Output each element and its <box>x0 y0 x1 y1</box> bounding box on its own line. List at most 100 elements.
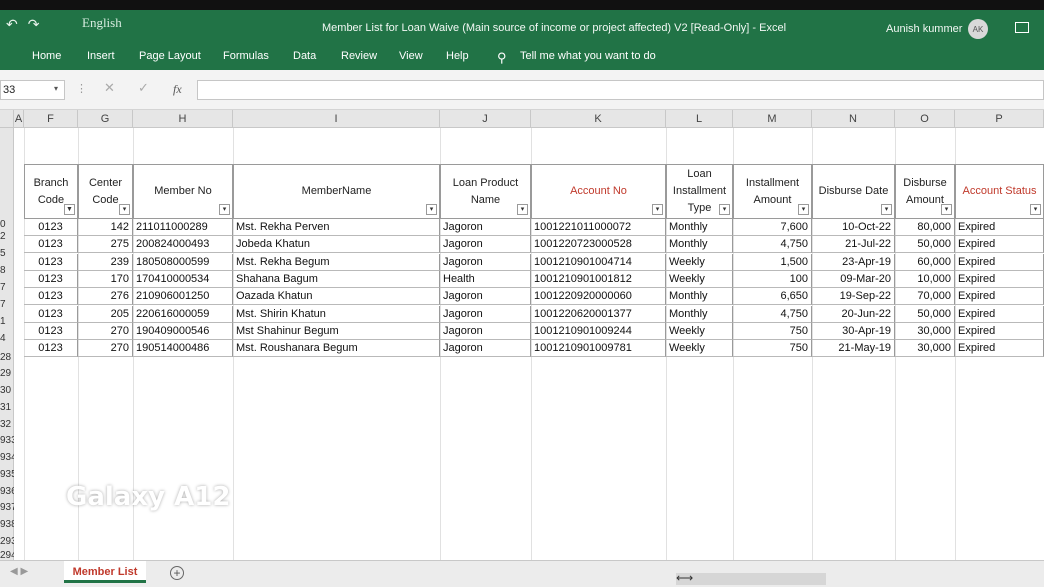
ribbon-display-options-icon[interactable] <box>1015 22 1029 33</box>
column-header-k[interactable]: K <box>531 110 666 128</box>
filter-dropdown-icon[interactable]: ▾ <box>941 204 952 215</box>
cell-center-code[interactable]: 270 <box>78 322 133 340</box>
row-header[interactable]: 933 <box>0 435 14 446</box>
cell-installment-amount[interactable]: 100 <box>733 270 812 288</box>
row-header[interactable]: 935 <box>0 469 14 480</box>
split-handle-icon[interactable]: ⟷ <box>676 571 693 585</box>
chevron-down-icon[interactable]: ▾ <box>54 84 58 93</box>
cell-disburse-date[interactable]: 23-Apr-19 <box>812 253 895 271</box>
cell-branch-code[interactable]: 0123 <box>24 340 78 358</box>
cancel-icon[interactable]: ✕ <box>104 80 115 96</box>
cell-disburse-amount[interactable]: 80,000 <box>895 219 955 236</box>
column-header-h[interactable]: H <box>133 110 233 128</box>
row-header[interactable]: 937 <box>0 502 14 513</box>
row-header[interactable]: 938 <box>0 519 14 530</box>
filter-dropdown-icon[interactable]: ▾ <box>219 204 230 215</box>
tell-me-search[interactable]: Tell me what you want to do <box>520 50 656 62</box>
cell-disburse-amount[interactable]: 30,000 <box>895 340 955 358</box>
user-name[interactable]: Aunish kummer <box>886 23 962 35</box>
cell-member-no[interactable]: 211011000289 <box>133 219 233 236</box>
cell-member-no[interactable]: 200824000493 <box>133 236 233 254</box>
cell-center-code[interactable]: 270 <box>78 340 133 358</box>
cell-member-name[interactable]: Mst. Rekha Perven <box>233 219 440 236</box>
cell-installment-amount[interactable]: 750 <box>733 340 812 358</box>
tab-review[interactable]: Review <box>341 50 377 62</box>
avatar[interactable]: AK <box>968 19 988 39</box>
column-header-a[interactable]: A <box>14 110 24 128</box>
cell-installment-amount[interactable]: 4,750 <box>733 236 812 254</box>
cell-member-no[interactable]: 180508000599 <box>133 253 233 271</box>
cell-branch-code[interactable]: 0123 <box>24 253 78 271</box>
cell-account-status[interactable]: Expired <box>955 253 1044 271</box>
cell-account-status[interactable]: Expired <box>955 305 1044 323</box>
tab-help[interactable]: Help <box>446 50 469 62</box>
cell-branch-code[interactable]: 0123 <box>24 288 78 306</box>
row-header[interactable]: 936 <box>0 486 14 497</box>
cell-loan-installment-type[interactable]: Weekly <box>666 253 733 271</box>
column-header-m[interactable]: M <box>733 110 812 128</box>
filter-dropdown-icon[interactable]: ▾ <box>426 204 437 215</box>
cell-loan-installment-type[interactable]: Weekly <box>666 322 733 340</box>
filter-dropdown-icon[interactable]: ▾ <box>517 204 528 215</box>
cell-member-no[interactable]: 190409000546 <box>133 322 233 340</box>
cell-center-code[interactable]: 142 <box>78 219 133 236</box>
cell-member-name[interactable]: Jobeda Khatun <box>233 236 440 254</box>
row-header[interactable]: 2939 <box>0 536 14 547</box>
cell-installment-amount[interactable]: 750 <box>733 322 812 340</box>
column-header-f[interactable]: F <box>24 110 78 128</box>
cell-disburse-date[interactable]: 19-Sep-22 <box>812 288 895 306</box>
filter-dropdown-icon[interactable]: ▾ <box>652 204 663 215</box>
filter-dropdown-icon[interactable]: ▾ <box>119 204 130 215</box>
cell-member-no[interactable]: 190514000486 <box>133 340 233 358</box>
cell-disburse-date[interactable]: 21-May-19 <box>812 340 895 358</box>
tab-insert[interactable]: Insert <box>87 50 115 62</box>
cell-loan-product-name[interactable]: Jagoron <box>440 219 531 236</box>
tab-view[interactable]: View <box>399 50 423 62</box>
column-header-g[interactable]: G <box>78 110 133 128</box>
cell-branch-code[interactable]: 0123 <box>24 322 78 340</box>
cell-center-code[interactable]: 170 <box>78 270 133 288</box>
cell-account-status[interactable]: Expired <box>955 340 1044 358</box>
column-header-p[interactable]: P <box>955 110 1044 128</box>
cell-disburse-amount[interactable]: 70,000 <box>895 288 955 306</box>
cell-loan-product-name[interactable]: Jagoron <box>440 305 531 323</box>
cell-account-no[interactable]: 1001220920000060 <box>531 288 666 306</box>
cell-member-name[interactable]: Shahana Bagum <box>233 270 440 288</box>
cell-disburse-amount[interactable]: 30,000 <box>895 322 955 340</box>
cell-disburse-date[interactable]: 09-Mar-20 <box>812 270 895 288</box>
column-header-n[interactable]: N <box>812 110 895 128</box>
cell-member-name[interactable]: Mst. Rekha Begum <box>233 253 440 271</box>
cell-disburse-date[interactable]: 10-Oct-22 <box>812 219 895 236</box>
row-header[interactable]: 8 <box>0 265 14 276</box>
filter-dropdown-icon[interactable]: ▾ <box>798 204 809 215</box>
cell-loan-installment-type[interactable]: Monthly <box>666 236 733 254</box>
row-header[interactable]: 28 <box>0 352 14 363</box>
row-header[interactable]: 1 <box>0 316 14 327</box>
cell-loan-product-name[interactable]: Jagoron <box>440 340 531 358</box>
cell-member-no[interactable]: 170410000534 <box>133 270 233 288</box>
tab-page-layout[interactable]: Page Layout <box>139 50 201 62</box>
add-sheet-button[interactable]: + <box>170 566 184 580</box>
horizontal-scrollbar[interactable] <box>676 573 826 585</box>
cell-loan-product-name[interactable]: Jagoron <box>440 322 531 340</box>
language-indicator[interactable]: English <box>82 15 122 31</box>
cell-center-code[interactable]: 239 <box>78 253 133 271</box>
cell-installment-amount[interactable]: 1,500 <box>733 253 812 271</box>
row-header[interactable]: 7 <box>0 299 14 310</box>
cell-installment-amount[interactable]: 4,750 <box>733 305 812 323</box>
cell-disburse-date[interactable]: 21-Jul-22 <box>812 236 895 254</box>
cell-account-status[interactable]: Expired <box>955 322 1044 340</box>
cell-installment-amount[interactable]: 6,650 <box>733 288 812 306</box>
select-all-corner[interactable] <box>0 110 14 128</box>
cell-disburse-amount[interactable]: 50,000 <box>895 236 955 254</box>
cell-member-name[interactable]: Mst. Shirin Khatun <box>233 305 440 323</box>
row-header[interactable]: 7 <box>0 282 14 293</box>
filter-dropdown-icon[interactable]: ▾ <box>1030 204 1041 215</box>
cell-installment-amount[interactable]: 7,600 <box>733 219 812 236</box>
cell-account-status[interactable]: Expired <box>955 236 1044 254</box>
cell-account-no[interactable]: 1001210901004714 <box>531 253 666 271</box>
column-header-l[interactable]: L <box>666 110 733 128</box>
cell-account-no[interactable]: 1001220620001377 <box>531 305 666 323</box>
cell-loan-product-name[interactable]: Health <box>440 270 531 288</box>
cell-branch-code[interactable]: 0123 <box>24 219 78 236</box>
